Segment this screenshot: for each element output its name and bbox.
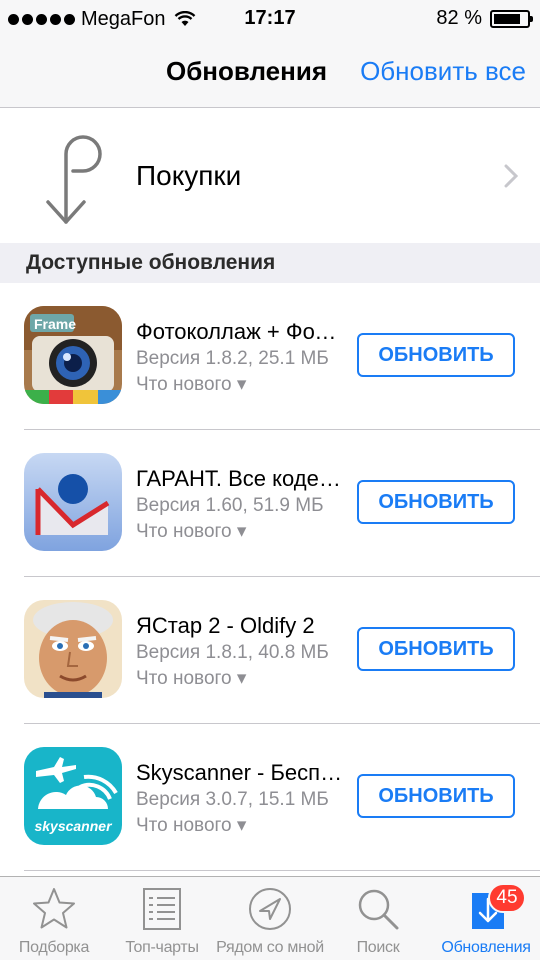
oldify-icon	[24, 600, 122, 698]
tab-label: Рядом со мной	[216, 939, 324, 956]
svg-text:Frame: Frame	[34, 316, 76, 332]
status-bar: MegaFon 17:17 82 %	[0, 0, 540, 38]
tab-top-charts[interactable]: Топ-чарты	[108, 877, 216, 960]
photo-collage-icon: Frame	[24, 306, 122, 404]
skyscanner-icon: skyscanner	[24, 747, 122, 845]
app-row[interactable]: skyscanner Skyscanner - Бесплатный поиск…	[0, 724, 540, 871]
search-icon	[358, 889, 399, 930]
app-name: Фотоколлаж + Фоторедактор	[136, 319, 346, 344]
app-update-list: Frame Фотоколлаж + Фоторедактор Версия 1…	[0, 283, 540, 871]
whats-new-link[interactable]: Что нового ▾	[136, 520, 246, 543]
list-icon	[143, 888, 181, 930]
tab-updates[interactable]: 45 Обновления	[432, 877, 540, 960]
svg-text:skyscanner: skyscanner	[34, 818, 113, 834]
section-title: Доступные обновления	[26, 251, 276, 274]
app-version: Версия 3.0.7, 15.1 МБ	[136, 789, 329, 810]
updates-count-badge: 45	[488, 883, 526, 913]
tab-bar: Подборка Топ-чарты Рядом со мной Поиск 4…	[0, 876, 540, 960]
purchases-icon	[46, 135, 102, 224]
update-all-button[interactable]: Обновить все	[360, 56, 526, 87]
status-right: 82 %	[436, 7, 533, 30]
whats-new-link[interactable]: Что нового ▾	[136, 667, 246, 690]
app-name: ГАРАНТ. Все кодексы РФ	[136, 466, 346, 491]
tab-search[interactable]: Поиск	[324, 877, 432, 960]
tab-near-me[interactable]: Рядом со мной	[216, 877, 324, 960]
star-icon	[33, 888, 75, 929]
purchases-label: Покупки	[136, 160, 242, 191]
garant-icon	[24, 453, 122, 551]
battery-percent: 82 %	[436, 7, 482, 29]
tab-label: Обновления	[441, 939, 531, 956]
purchases-row[interactable]: Покупки	[0, 109, 540, 243]
update-button[interactable]: ОБНОВИТЬ	[357, 480, 515, 524]
app-version: Версия 1.8.2, 25.1 МБ	[136, 348, 329, 369]
app-name: ЯСтар 2 - Oldify 2	[136, 613, 315, 638]
app-version: Версия 1.8.1, 40.8 МБ	[136, 642, 329, 663]
location-icon	[249, 888, 291, 930]
page-title: Обновления	[165, 56, 327, 86]
tab-featured[interactable]: Подборка	[0, 877, 108, 960]
tab-label: Топ-чарты	[125, 939, 199, 956]
update-button[interactable]: ОБНОВИТЬ	[357, 774, 515, 818]
battery-icon	[490, 9, 533, 28]
battery-fill	[494, 13, 521, 24]
app-row[interactable]: ЯСтар 2 - Oldify 2 Версия 1.8.1, 40.8 МБ…	[0, 577, 540, 724]
navigation-bar: Обновления Обновить все	[0, 38, 540, 108]
update-button[interactable]: ОБНОВИТЬ	[357, 627, 515, 671]
whats-new-link[interactable]: Что нового ▾	[136, 814, 246, 837]
update-button[interactable]: ОБНОВИТЬ	[357, 333, 515, 377]
app-name: Skyscanner - Бесплатный поиск авиабилето…	[136, 760, 346, 785]
app-row[interactable]: ГАРАНТ. Все кодексы РФ Версия 1.60, 51.9…	[0, 430, 540, 577]
app-row[interactable]: Frame Фотоколлаж + Фоторедактор Версия 1…	[0, 283, 540, 430]
tab-label: Подборка	[18, 939, 90, 956]
section-header: Доступные обновления	[0, 243, 540, 283]
tab-label: Поиск	[356, 939, 400, 956]
whats-new-link[interactable]: Что нового ▾	[136, 373, 246, 396]
app-version: Версия 1.60, 51.9 МБ	[136, 495, 324, 516]
chevron-right-icon	[504, 164, 518, 188]
